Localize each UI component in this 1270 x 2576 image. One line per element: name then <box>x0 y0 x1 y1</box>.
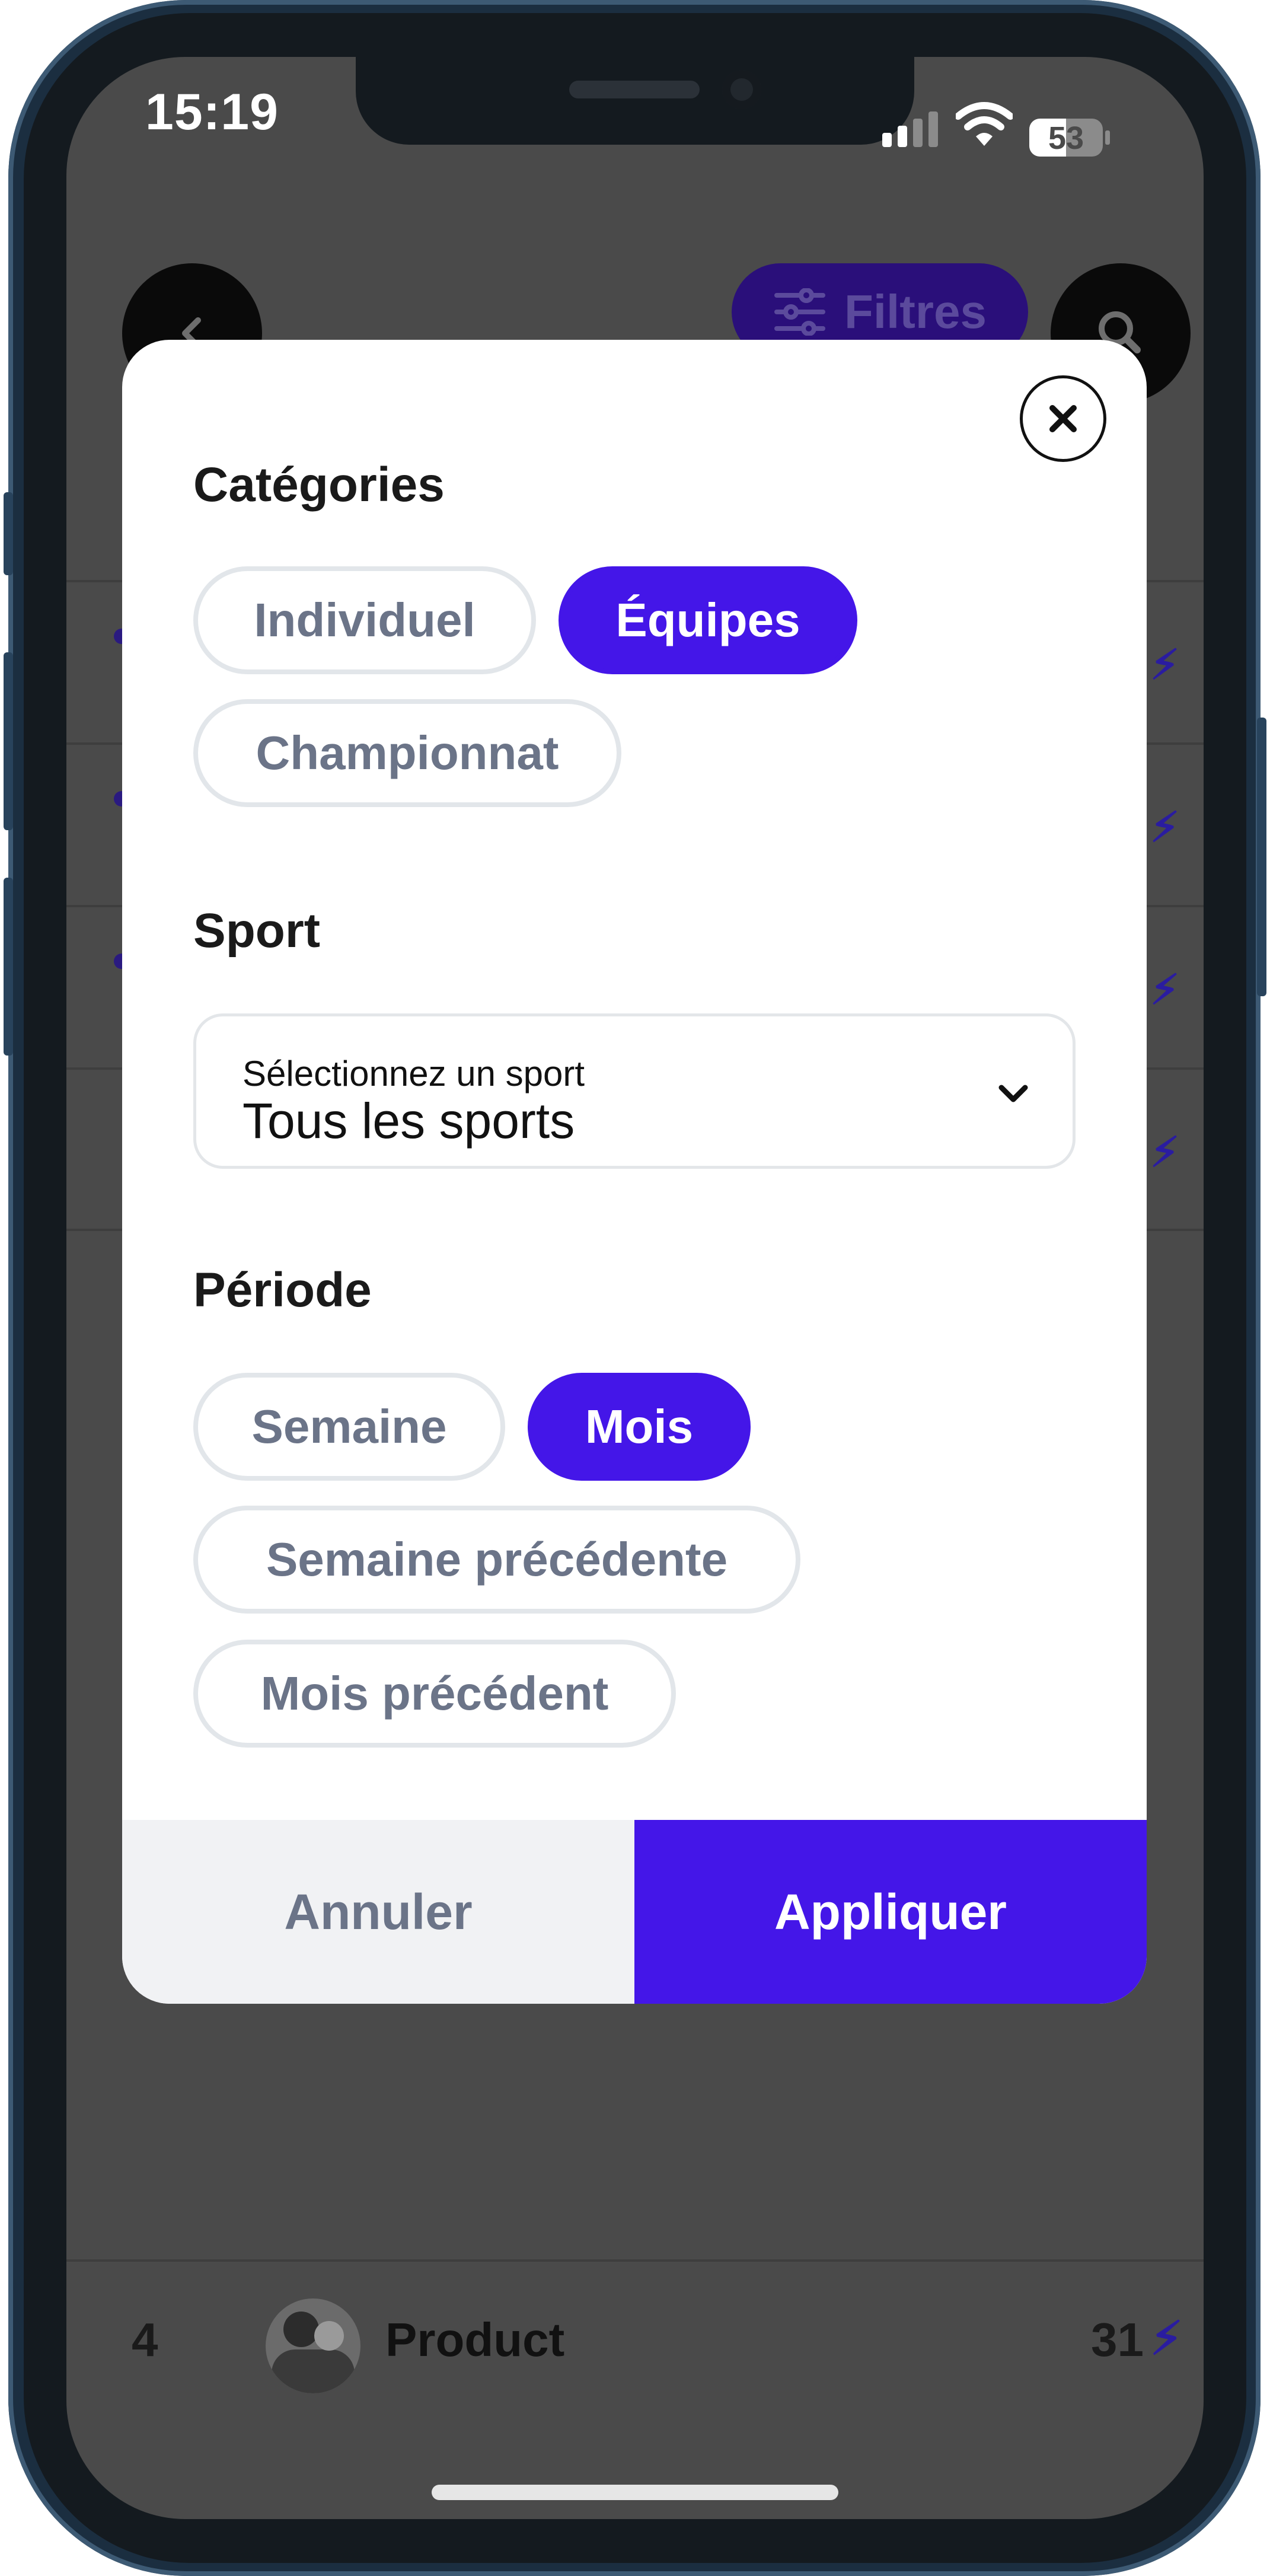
close-button[interactable] <box>1020 375 1106 462</box>
modal-footer: Annuler Appliquer <box>122 1820 1147 2004</box>
sport-select[interactable]: Sélectionnez un sport Tous les sports <box>193 1013 1076 1169</box>
lightning-icon: ⚡︎ <box>1150 804 1180 850</box>
power-button <box>1257 718 1266 996</box>
leaderboard-rank: 4 <box>132 2313 158 2366</box>
chip-championnat[interactable]: Championnat <box>193 699 621 807</box>
chip-mois-precedent[interactable]: Mois précédent <box>193 1640 676 1748</box>
lightning-icon: ⚡︎ <box>1150 967 1180 1013</box>
sliders-icon <box>774 288 825 336</box>
volume-down-button <box>4 878 13 1056</box>
chip-equipes[interactable]: Équipes <box>559 566 857 674</box>
volume-up-button <box>4 652 13 830</box>
sport-title: Sport <box>193 904 321 958</box>
wifi-icon <box>955 101 1014 151</box>
home-indicator[interactable] <box>432 2485 838 2500</box>
lightning-icon: ⚡︎ <box>1150 1129 1180 1175</box>
close-icon <box>1049 405 1077 432</box>
sport-select-label: Sélectionnez un sport <box>242 1054 585 1093</box>
camera-icon <box>722 70 761 109</box>
avatar <box>266 2298 360 2393</box>
categories-title: Catégories <box>193 458 445 512</box>
notch <box>356 57 914 145</box>
sport-select-value: Tous les sports <box>242 1093 575 1149</box>
cancel-button[interactable]: Annuler <box>122 1820 634 2004</box>
battery-level: 53 <box>1048 120 1084 156</box>
list-divider <box>66 2259 1204 2262</box>
period-title: Période <box>193 1263 372 1317</box>
lightning-icon: ⚡︎ <box>1150 642 1180 688</box>
status-time: 15:19 <box>145 84 279 141</box>
speaker-grille <box>569 81 700 98</box>
chip-individuel[interactable]: Individuel <box>193 566 536 674</box>
filter-modal: Catégories Individuel Équipes Championna… <box>122 340 1147 2004</box>
lightning-icon: ⚡︎ <box>1150 2312 1183 2364</box>
mute-switch <box>4 492 13 575</box>
chip-mois[interactable]: Mois <box>528 1373 751 1481</box>
apply-button[interactable]: Appliquer <box>634 1820 1147 2004</box>
battery-icon: 53 <box>1029 119 1103 157</box>
chip-semaine[interactable]: Semaine <box>193 1373 505 1481</box>
leaderboard-name: Product <box>385 2313 565 2366</box>
chevron-down-icon <box>998 1085 1028 1102</box>
leaderboard-score: 31 <box>1091 2313 1144 2366</box>
filters-label: Filtres <box>844 285 987 338</box>
chip-semaine-precedente[interactable]: Semaine précédente <box>193 1506 800 1614</box>
battery-tip <box>1105 130 1110 145</box>
